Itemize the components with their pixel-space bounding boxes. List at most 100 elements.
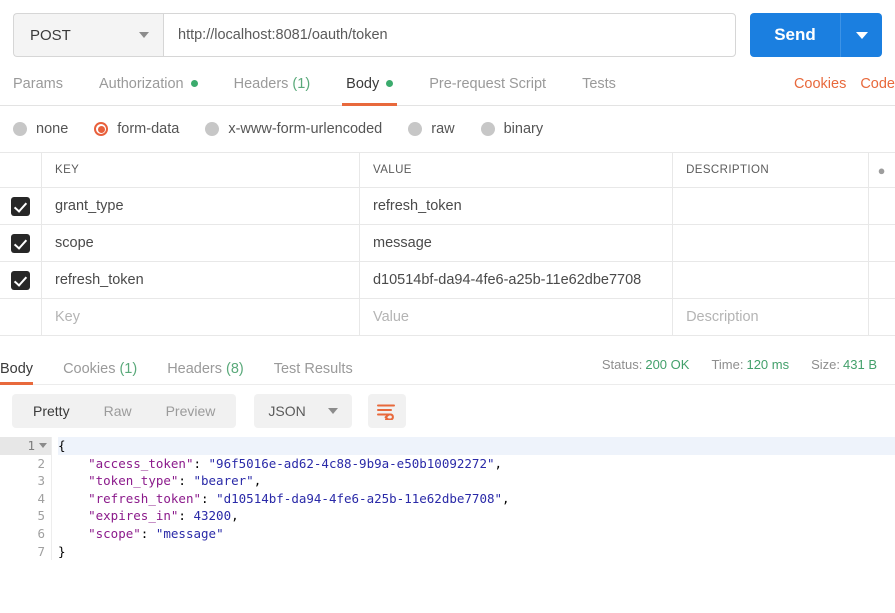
panel-divider[interactable] — [0, 335, 895, 345]
line-number-text: 3 — [37, 473, 45, 489]
table-row[interactable]: scope message — [0, 224, 895, 261]
row-value[interactable]: d10514bf-da94-4fe6-a25b-11e62dbe7708 — [360, 262, 674, 298]
row-value[interactable]: refresh_token — [360, 188, 674, 224]
body-type-none[interactable]: none — [13, 121, 68, 137]
table-row[interactable]: refresh_token d10514bf-da94-4fe6-a25b-11… — [0, 261, 895, 298]
radio-icon — [408, 122, 423, 136]
row-checkbox-cell[interactable] — [0, 225, 43, 261]
body-type-urlencoded[interactable]: x-www-form-urlencoded — [205, 121, 382, 137]
request-tab-bar: Params Authorization Headers (1) Body Pr… — [0, 62, 895, 106]
request-url-input[interactable] — [163, 13, 736, 57]
row-description[interactable] — [673, 262, 869, 298]
http-method-select[interactable]: POST — [13, 13, 163, 57]
header-description: DESCRIPTION — [673, 153, 869, 187]
status-meta: Status: 200 OK — [602, 357, 690, 372]
fold-triangle-icon[interactable] — [39, 443, 47, 448]
send-options-button[interactable] — [840, 13, 882, 57]
line-number: 4 — [0, 490, 51, 508]
radio-selected-icon — [94, 122, 109, 136]
row-description[interactable] — [673, 225, 869, 261]
response-tab-bar: Body Cookies (1) Headers (8) Test Result… — [0, 345, 895, 385]
row-checkbox-cell-empty — [0, 299, 43, 335]
line-number: 2 — [0, 455, 51, 473]
tab-count: (8) — [226, 360, 244, 377]
word-wrap-button[interactable] — [367, 394, 406, 428]
body-type-binary[interactable]: binary — [480, 121, 544, 137]
line-number[interactable]: 1 — [0, 437, 51, 455]
radio-label: binary — [503, 121, 544, 137]
body-type-raw[interactable]: raw — [408, 121, 455, 137]
header-menu-cell[interactable]: ● — [869, 153, 895, 187]
code-line: "refresh_token": "d10514bf-da94-4fe6-a25… — [88, 490, 510, 506]
code-lines[interactable]: { "access_token": "96f5016e-ad62-4c88-9b… — [52, 437, 895, 560]
tab-label: Test Results — [273, 360, 353, 377]
tab-body[interactable]: Body — [342, 62, 398, 106]
tab-label: Tests — [582, 75, 616, 92]
viewer-mode-group: Pretty Raw Preview — [12, 394, 237, 428]
response-tab-headers[interactable]: Headers (8) — [167, 345, 244, 384]
table-row[interactable]: grant_type refresh_token — [0, 187, 895, 224]
form-data-table: KEY VALUE DESCRIPTION ● grant_type refre… — [0, 152, 895, 335]
response-tab-body[interactable]: Body — [0, 345, 34, 385]
size-value: 431 B — [843, 357, 877, 372]
row-key[interactable]: grant_type — [42, 188, 360, 224]
status-label: Status: — [601, 357, 643, 372]
response-tab-cookies[interactable]: Cookies (1) — [63, 345, 137, 384]
header-value: VALUE — [360, 153, 674, 187]
tab-pre-request-script[interactable]: Pre-request Script — [429, 62, 546, 105]
code-line: { — [58, 437, 895, 455]
line-number-gutter: 1 2 3 4 5 6 7 — [0, 437, 52, 561]
tab-headers[interactable]: Headers (1) — [234, 62, 311, 105]
response-tab-test-results[interactable]: Test Results — [274, 345, 353, 384]
row-end-cell — [869, 299, 895, 335]
viewer-mode-raw[interactable]: Raw — [87, 394, 149, 428]
ellipsis-icon: ● — [877, 162, 887, 178]
tab-params[interactable]: Params — [13, 62, 63, 105]
send-button[interactable]: Send — [750, 13, 840, 57]
row-checkbox-cell[interactable] — [0, 262, 43, 298]
response-format-select[interactable]: JSON — [254, 394, 352, 428]
header-key: KEY — [42, 153, 360, 187]
viewer-mode-preview[interactable]: Preview — [149, 394, 233, 428]
row-end-cell — [869, 225, 895, 261]
tab-count: (1) — [119, 360, 138, 377]
viewer-mode-pretty[interactable]: Pretty — [16, 394, 87, 428]
response-viewer-toolbar: Pretty Raw Preview JSON — [0, 385, 895, 437]
status-badge: 200 OK — [645, 357, 690, 372]
request-url-bar: POST Send — [0, 0, 895, 62]
word-wrap-icon — [377, 404, 396, 420]
tab-tests[interactable]: Tests — [582, 62, 616, 105]
row-value[interactable]: message — [360, 225, 674, 261]
row-key[interactable]: refresh_token — [42, 262, 360, 298]
radio-icon — [480, 122, 495, 136]
code-link[interactable]: Code — [860, 76, 895, 92]
row-checkbox-checked-icon[interactable] — [11, 196, 30, 216]
tab-label: Params — [13, 75, 63, 92]
body-type-form-data[interactable]: form-data — [94, 121, 179, 137]
response-body-code-viewer[interactable]: 1 2 3 4 5 6 7 { "access_token": "96f5016… — [0, 437, 895, 561]
new-value-input[interactable]: Value — [360, 299, 674, 335]
table-row-empty[interactable]: Key Value Description — [0, 298, 895, 335]
response-format-label: JSON — [268, 403, 306, 419]
code-line: "access_token": "96f5016e-ad62-4c88-9b9a… — [88, 455, 503, 471]
tab-label: Headers — [167, 360, 222, 377]
row-key[interactable]: scope — [42, 225, 360, 261]
tab-label: Headers — [233, 75, 289, 92]
new-description-input[interactable]: Description — [673, 299, 869, 335]
new-key-input[interactable]: Key — [42, 299, 360, 335]
radio-label: none — [36, 121, 69, 137]
tab-count: (1) — [292, 75, 311, 92]
code-line: "expires_in": 43200, — [88, 508, 239, 524]
time-value: 120 ms — [746, 357, 790, 372]
tab-authorization[interactable]: Authorization — [99, 62, 198, 105]
cookies-link[interactable]: Cookies — [794, 76, 846, 92]
radio-label: raw — [431, 121, 455, 137]
table-header-row: KEY VALUE DESCRIPTION ● — [0, 152, 895, 187]
size-label: Size: — [811, 357, 841, 372]
row-checkbox-cell[interactable] — [0, 188, 43, 224]
row-checkbox-checked-icon[interactable] — [11, 233, 30, 253]
row-checkbox-checked-icon[interactable] — [11, 270, 30, 290]
row-description[interactable] — [673, 188, 869, 224]
chevron-down-icon — [139, 32, 149, 38]
code-line: "token_type": "bearer", — [88, 473, 262, 489]
